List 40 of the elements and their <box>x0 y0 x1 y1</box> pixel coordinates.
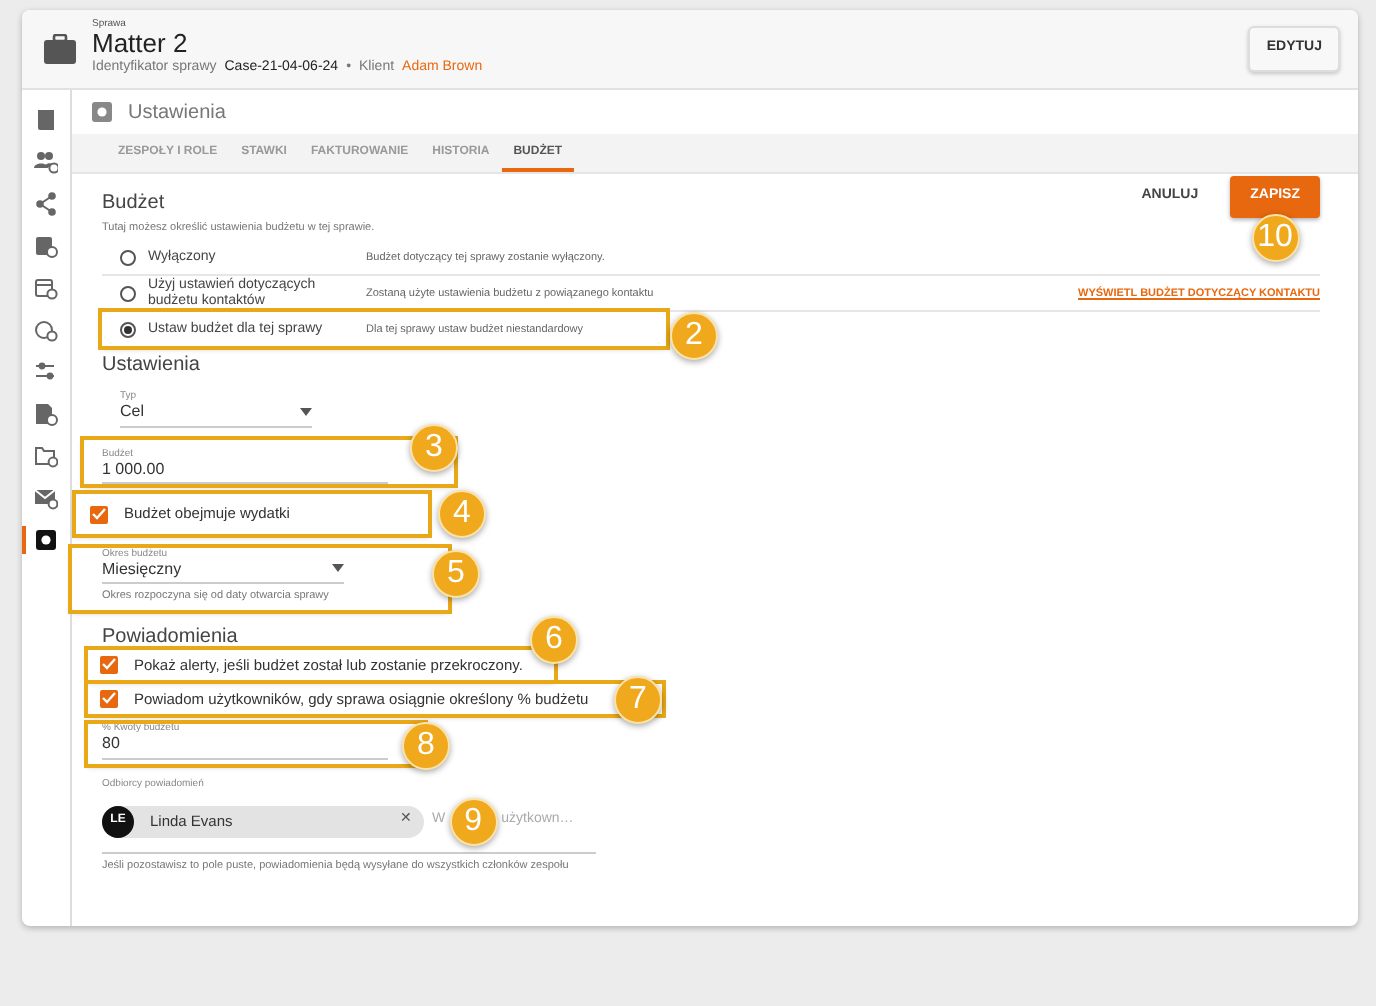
section-title: Ustawienia <box>128 99 226 127</box>
share-icon <box>34 192 58 216</box>
check-icon <box>92 508 106 521</box>
book-icon <box>34 108 58 132</box>
section-heading: Budżet <box>102 192 165 216</box>
callout-number: 6 <box>530 615 578 664</box>
section-heading: Powiadomienia <box>102 625 238 650</box>
matter-title: Matter 2 <box>92 30 190 59</box>
callout-number: 10 <box>1251 213 1300 261</box>
field-value: Cel <box>120 402 145 422</box>
settings-icon <box>34 528 58 552</box>
radio-button[interactable] <box>120 285 136 302</box>
callout-number: 8 <box>402 722 450 771</box>
callout-number: 3 <box>410 423 458 472</box>
section-heading: Ustawienia <box>102 354 200 379</box>
callout-number: 2 <box>670 312 718 361</box>
field-value: Miesięczny <box>102 559 182 579</box>
people-icon <box>34 150 58 174</box>
transfer-icon <box>34 360 58 384</box>
caret-icon <box>300 408 312 417</box>
settings-icon <box>90 100 114 124</box>
document-icon <box>34 402 58 426</box>
callout-number: 9 <box>449 797 498 846</box>
check-icon <box>102 658 116 671</box>
callout-number: 7 <box>614 675 662 724</box>
checkbox[interactable] <box>100 655 118 674</box>
checkbox[interactable] <box>90 505 108 524</box>
briefcase-icon <box>44 34 76 64</box>
calendar-icon <box>34 276 58 300</box>
folder-icon <box>34 444 58 468</box>
callout-number: 4 <box>438 490 486 539</box>
caret-icon <box>332 564 344 573</box>
envelope-icon <box>34 486 58 510</box>
check-icon <box>102 692 116 705</box>
field-value: 1 000.00 <box>102 459 165 479</box>
radio-button[interactable] <box>120 321 136 338</box>
radio-button[interactable] <box>120 249 136 266</box>
callout-number: 5 <box>432 549 480 598</box>
checkbox[interactable] <box>100 689 118 708</box>
field-value: 80 <box>102 734 120 754</box>
